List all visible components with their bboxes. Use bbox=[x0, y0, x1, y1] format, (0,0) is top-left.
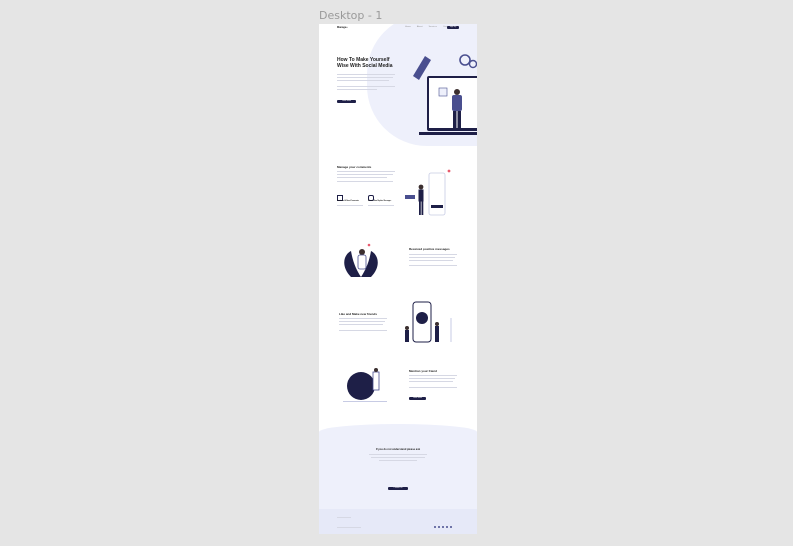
hero-learn-more-button[interactable]: Learn More bbox=[337, 100, 356, 103]
person-leg bbox=[457, 111, 461, 131]
phone-button bbox=[431, 205, 443, 208]
body-text-line bbox=[409, 257, 455, 258]
person-head bbox=[374, 368, 378, 372]
gear-icon bbox=[468, 59, 477, 69]
body-text-line bbox=[339, 321, 385, 322]
hero-title-line-2: Wise With Social Media bbox=[337, 63, 393, 69]
cta-text-line bbox=[379, 460, 417, 461]
person-body bbox=[405, 330, 409, 342]
body-text-line bbox=[409, 378, 455, 379]
plant-circle bbox=[347, 372, 375, 400]
body-text-line bbox=[409, 265, 457, 266]
footer-text-line bbox=[337, 527, 361, 528]
body-text-line bbox=[337, 174, 393, 175]
hero-title: How To Make Yourself Wise With Social Me… bbox=[337, 57, 407, 69]
body-text-line bbox=[409, 387, 457, 388]
twitter-icon[interactable] bbox=[438, 526, 440, 528]
heart-icon bbox=[447, 169, 451, 173]
body-text-line bbox=[409, 375, 457, 376]
person-leg bbox=[421, 201, 424, 215]
hero-text-line bbox=[337, 89, 377, 90]
body-text-line bbox=[339, 324, 383, 325]
feature-text-line bbox=[368, 205, 394, 206]
person-body bbox=[435, 326, 439, 342]
cta-text-line bbox=[369, 454, 427, 455]
avatar-circle bbox=[416, 312, 428, 324]
mention-illustration bbox=[343, 368, 387, 402]
friends-illustration bbox=[405, 301, 452, 343]
person-body bbox=[357, 254, 367, 270]
hero-text-line bbox=[337, 74, 395, 75]
comments-illustration bbox=[405, 169, 451, 216]
person-head bbox=[454, 89, 460, 95]
photo-card bbox=[438, 87, 448, 97]
section-messages-title: Received positive messages bbox=[409, 247, 450, 251]
feature-read-comments-title: Reviewed & Read Comments bbox=[337, 201, 359, 202]
body-text-line bbox=[339, 330, 387, 331]
section-mention-title: Mention your friend bbox=[409, 369, 437, 373]
heart-icon bbox=[367, 243, 371, 247]
body-text-line bbox=[339, 318, 387, 319]
feature-new-replies-title: Recent New Replies Messages bbox=[368, 201, 392, 202]
cta-background bbox=[319, 424, 477, 509]
gear-icon bbox=[459, 54, 471, 66]
person-head bbox=[405, 326, 409, 330]
person-body bbox=[418, 189, 424, 202]
social-icons bbox=[434, 526, 460, 528]
monitor-stand bbox=[419, 132, 477, 135]
person-body bbox=[452, 95, 462, 111]
messages-illustration bbox=[344, 243, 378, 277]
youtube-icon[interactable] bbox=[450, 526, 452, 528]
person-head bbox=[418, 184, 424, 190]
ground-line bbox=[343, 401, 387, 402]
hero-text-line bbox=[337, 80, 389, 81]
nav-link-home[interactable]: Home bbox=[405, 26, 411, 29]
cta-title: If you do not understand please ask bbox=[375, 448, 421, 451]
phone-outline bbox=[428, 172, 446, 216]
comment-bubble bbox=[405, 195, 415, 199]
mention-learn-more-button[interactable]: Learn More bbox=[409, 397, 426, 400]
person-body bbox=[372, 371, 380, 391]
body-text-line bbox=[337, 177, 387, 178]
nav-links: Home About Services Contact bbox=[405, 26, 451, 29]
person-leg bbox=[419, 201, 421, 215]
body-text-line bbox=[409, 254, 457, 255]
body-text-line bbox=[337, 171, 395, 172]
hero-illustration bbox=[413, 54, 477, 135]
person-leg bbox=[453, 111, 457, 131]
body-text-line bbox=[337, 181, 393, 182]
nav-link-about[interactable]: About bbox=[417, 26, 423, 29]
logo[interactable]: Manage+ bbox=[337, 26, 348, 29]
signup-button[interactable]: Sign Up bbox=[447, 26, 459, 29]
person-head bbox=[359, 249, 365, 255]
footer bbox=[319, 509, 477, 534]
cta-text-line bbox=[371, 457, 425, 458]
instagram-icon[interactable] bbox=[442, 526, 444, 528]
frame-title: Desktop - 1 bbox=[319, 9, 383, 22]
facebook-icon[interactable] bbox=[434, 526, 436, 528]
desktop-frame: Manage+ Home About Services Contact Sign… bbox=[319, 24, 477, 534]
person-head bbox=[435, 322, 439, 326]
cta-contact-button[interactable]: Contact Us bbox=[388, 487, 408, 490]
feature-text-line bbox=[337, 205, 363, 206]
body-text-line bbox=[409, 381, 453, 382]
section-comments-title: Manage your comments bbox=[337, 165, 372, 169]
body-text-line bbox=[409, 260, 453, 261]
hero-text-line bbox=[337, 86, 395, 87]
nav-link-services[interactable]: Services bbox=[429, 26, 437, 29]
section-friends-title: Like and Make new friends bbox=[339, 312, 378, 316]
footer-text-line bbox=[337, 517, 351, 518]
hero-text-line bbox=[337, 77, 393, 78]
linkedin-icon[interactable] bbox=[446, 526, 448, 528]
